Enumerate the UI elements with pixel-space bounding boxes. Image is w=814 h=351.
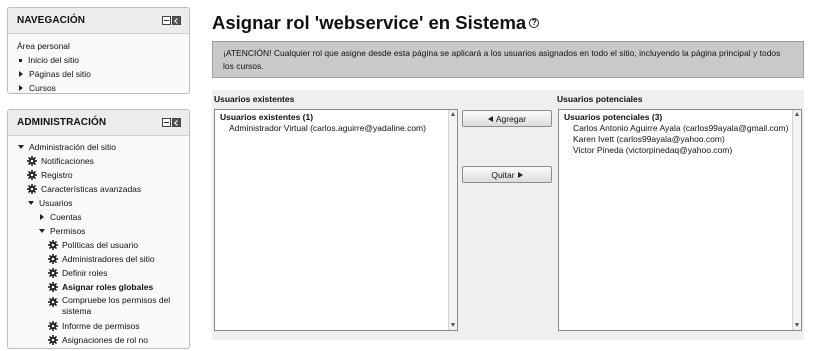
admin-item-label: Registro bbox=[41, 170, 73, 180]
warning-notice: ¡ATENCIÓN! Cualquier rol que asigne desd… bbox=[212, 41, 804, 78]
administration-block-title: ADMINISTRACIÓN bbox=[17, 117, 107, 128]
nav-item-label: Inicio del sitio bbox=[28, 55, 80, 65]
admin-item-asignar-globales[interactable]: Asignar roles globales bbox=[17, 280, 180, 294]
gear-icon bbox=[48, 297, 58, 307]
block-controls bbox=[162, 118, 181, 127]
page-title: Asignar rol 'webservice' en Sistema ? bbox=[212, 12, 540, 34]
arrow-right-icon bbox=[517, 171, 523, 178]
scroll-down-icon[interactable] bbox=[451, 323, 455, 327]
nav-item-cursos[interactable]: Cursos bbox=[17, 81, 180, 95]
admin-item-administradores[interactable]: Administradores del sitio bbox=[17, 252, 180, 266]
gear-icon bbox=[27, 156, 37, 166]
admin-item-caracteristicas[interactable]: Características avanzadas bbox=[17, 182, 180, 196]
collapse-arrow-icon[interactable] bbox=[39, 229, 45, 233]
admin-item-label-active: Asignar roles globales bbox=[62, 282, 154, 292]
gear-icon bbox=[48, 268, 58, 278]
nav-item-paginas[interactable]: Páginas del sitio bbox=[17, 67, 180, 81]
gear-icon bbox=[48, 254, 58, 264]
expand-arrow-icon[interactable] bbox=[40, 214, 44, 220]
dock-block-icon[interactable] bbox=[162, 16, 171, 25]
hide-block-icon[interactable] bbox=[172, 118, 181, 127]
admin-item-informe[interactable]: Informe de permisos bbox=[17, 319, 180, 333]
scroll-up-icon[interactable] bbox=[795, 112, 799, 116]
remove-button[interactable]: Quitar bbox=[462, 166, 552, 183]
existing-users-label: Usuarios existentes bbox=[214, 94, 295, 104]
navigation-block: NAVEGACIÓN Área personal Inicio del siti… bbox=[7, 7, 190, 94]
admin-item-politicas[interactable]: Políticas del usuario bbox=[17, 238, 180, 252]
expand-arrow-icon[interactable] bbox=[19, 85, 23, 91]
nav-item-label: Cursos bbox=[29, 83, 56, 93]
admin-item-label: Administradores del sitio bbox=[62, 254, 155, 264]
scrollbar[interactable] bbox=[448, 110, 457, 330]
potential-users-label: Usuarios potenciales bbox=[557, 94, 643, 104]
bullet-icon bbox=[19, 58, 22, 62]
administration-tree: Administración del sitio Notificaciones … bbox=[8, 136, 189, 351]
nav-item-inicio[interactable]: Inicio del sitio bbox=[17, 53, 180, 67]
scrollbar[interactable] bbox=[792, 110, 801, 330]
admin-item-label: Informe de permisos bbox=[62, 321, 140, 331]
existing-users-select[interactable]: Usuarios existentes (1) Administrador Vi… bbox=[214, 109, 458, 331]
navigation-tree: Área personal Inicio del sitio Páginas d… bbox=[8, 34, 189, 100]
add-button-label: Agregar bbox=[495, 113, 527, 124]
admin-item-label: Cuentas bbox=[50, 212, 82, 222]
list-item[interactable]: Administrador Virtual (carlos.aguirre@ya… bbox=[220, 123, 452, 134]
administration-block-header: ADMINISTRACIÓN bbox=[8, 110, 189, 136]
scroll-up-icon[interactable] bbox=[451, 112, 455, 116]
potential-users-group-label: Usuarios potenciales (3) bbox=[564, 112, 663, 122]
gear-icon bbox=[48, 282, 58, 292]
admin-item-definir[interactable]: Definir roles bbox=[17, 266, 180, 280]
navigation-block-header: NAVEGACIÓN bbox=[8, 8, 189, 34]
administration-block: ADMINISTRACIÓN Administración del sitio … bbox=[7, 109, 190, 349]
arrow-left-icon bbox=[487, 115, 493, 122]
list-item[interactable]: Carlos Antonio Aguirre Ayala (carlos99ay… bbox=[564, 123, 796, 134]
nav-item-area-personal[interactable]: Área personal bbox=[17, 39, 180, 53]
gear-icon bbox=[48, 321, 58, 331]
nav-item-label: Páginas del sitio bbox=[29, 69, 91, 79]
admin-item-asignaciones[interactable]: Asignaciones de rol no bbox=[17, 333, 180, 347]
collapse-arrow-icon[interactable] bbox=[18, 145, 24, 149]
collapse-arrow-icon[interactable] bbox=[28, 201, 34, 205]
gear-icon bbox=[48, 240, 58, 250]
admin-item-compruebe[interactable]: Compruebe los permisos del sistema bbox=[17, 295, 180, 317]
admin-item-permisos[interactable]: Permisos bbox=[17, 224, 180, 238]
admin-item-label: Políticas del usuario bbox=[62, 240, 139, 250]
gear-icon bbox=[27, 184, 37, 194]
admin-item-notificaciones[interactable]: Notificaciones bbox=[17, 154, 180, 168]
warning-notice-text: ¡ATENCIÓN! Cualquier rol que asigne desd… bbox=[223, 48, 781, 71]
add-button[interactable]: Agregar bbox=[462, 110, 552, 127]
admin-item-usuarios[interactable]: Usuarios bbox=[17, 196, 180, 210]
hide-block-icon[interactable] bbox=[172, 16, 181, 25]
admin-item-registro[interactable]: Registro bbox=[17, 168, 180, 182]
admin-item-label: Asignaciones de rol no bbox=[62, 335, 149, 345]
expand-arrow-icon[interactable] bbox=[19, 71, 23, 77]
list-item[interactable]: Karen Ivett (carlos99ayala@yahoo.com) bbox=[564, 134, 796, 145]
dock-block-icon[interactable] bbox=[162, 118, 171, 127]
gear-icon bbox=[27, 170, 37, 180]
question-circle-icon[interactable]: ? bbox=[529, 18, 540, 28]
admin-item-site-admin[interactable]: Administración del sitio bbox=[17, 140, 180, 154]
nav-item-label: Área personal bbox=[17, 41, 70, 51]
block-controls bbox=[162, 16, 181, 25]
existing-users-group-label: Usuarios existentes (1) bbox=[220, 112, 314, 122]
potential-users-select[interactable]: Usuarios potenciales (3) Carlos Antonio … bbox=[558, 109, 802, 331]
admin-item-label: Compruebe los permisos del sistema bbox=[62, 295, 171, 316]
admin-item-label: Permisos bbox=[50, 226, 86, 236]
admin-item-label: Características avanzadas bbox=[41, 184, 142, 194]
admin-item-label: Definir roles bbox=[62, 268, 108, 278]
role-assignment-selector: Usuarios existentes Usuarios potenciales… bbox=[212, 90, 804, 340]
page-title-text: Asignar rol 'webservice' en Sistema bbox=[212, 12, 527, 33]
admin-item-label: Notificaciones bbox=[41, 156, 94, 166]
remove-button-label: Quitar bbox=[491, 169, 515, 180]
scroll-down-icon[interactable] bbox=[795, 323, 799, 327]
navigation-block-title: NAVEGACIÓN bbox=[17, 15, 86, 26]
admin-item-label: Administración del sitio bbox=[29, 142, 116, 152]
admin-item-cuentas[interactable]: Cuentas bbox=[17, 210, 180, 224]
list-item[interactable]: Victor Pineda (victorpinedaq@yahoo.com) bbox=[564, 145, 796, 156]
admin-item-label: Usuarios bbox=[39, 198, 73, 208]
gear-icon bbox=[48, 335, 58, 345]
